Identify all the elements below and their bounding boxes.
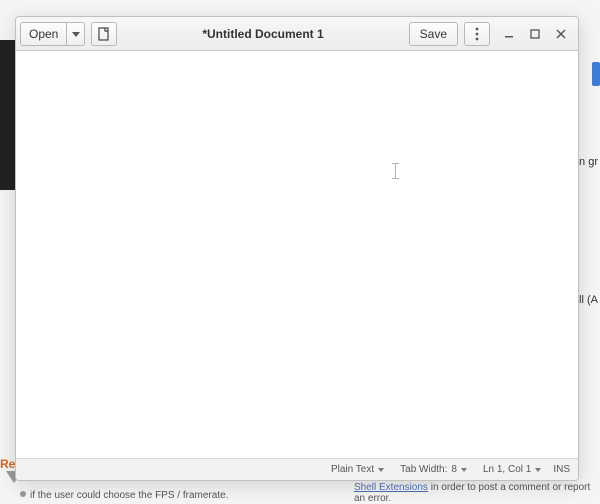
maximize-icon: [530, 29, 540, 39]
text-cursor-ibeam: [392, 163, 399, 179]
insert-mode-indicator[interactable]: INS: [551, 464, 572, 475]
statusbar: Plain Text Tab Width: 8 Ln 1, Col 1 INS: [16, 458, 578, 480]
insert-mode-label: INS: [553, 464, 570, 475]
chevron-down-icon: [535, 468, 541, 472]
minimize-button[interactable]: [502, 27, 516, 41]
cursor-position-label: Ln 1, Col 1: [483, 464, 531, 475]
bg-text-fragment: ll (A: [579, 294, 598, 306]
chevron-down-icon: [72, 30, 80, 38]
hamburger-menu-button[interactable]: [464, 22, 490, 46]
bullet-icon: [18, 489, 28, 499]
bg-text-fragment: n gr: [579, 156, 598, 168]
new-document-button[interactable]: [91, 22, 117, 46]
tab-width-label: Tab Width:: [400, 464, 447, 475]
chevron-down-icon: [461, 468, 467, 472]
text-editor-area[interactable]: [16, 51, 578, 458]
document-title: *Untitled Document 1: [117, 27, 408, 41]
window-controls: [502, 27, 568, 41]
bg-toggle[interactable]: [592, 62, 600, 86]
bg-comment-text: if the user could choose the FPS / frame…: [30, 490, 228, 501]
syntax-mode-selector[interactable]: Plain Text: [325, 464, 390, 475]
syntax-mode-label: Plain Text: [331, 464, 374, 475]
open-button[interactable]: Open: [20, 22, 67, 46]
open-recent-dropdown[interactable]: [67, 22, 85, 46]
bg-footer-text: Shell Extensions in order to post a comm…: [354, 482, 600, 504]
bg-shell-link[interactable]: Shell Extensions: [354, 482, 428, 493]
close-button[interactable]: [554, 27, 568, 41]
chevron-down-icon: [378, 468, 384, 472]
save-button[interactable]: Save: [409, 22, 458, 46]
tab-width-selector[interactable]: Tab Width: 8: [394, 464, 473, 475]
headerbar: Open *Untitled Document 1 Save: [16, 17, 578, 51]
close-icon: [556, 29, 566, 39]
minimize-icon: [504, 29, 514, 39]
save-button-label: Save: [420, 27, 447, 41]
text-editor-window: Open *Untitled Document 1 Save: [15, 16, 579, 481]
cursor-position-selector[interactable]: Ln 1, Col 1: [477, 464, 547, 475]
maximize-button[interactable]: [528, 27, 542, 41]
tab-width-value: 8: [451, 464, 457, 475]
kebab-menu-icon: [475, 27, 479, 41]
open-button-label: Open: [29, 27, 58, 41]
new-document-icon: [97, 27, 111, 41]
